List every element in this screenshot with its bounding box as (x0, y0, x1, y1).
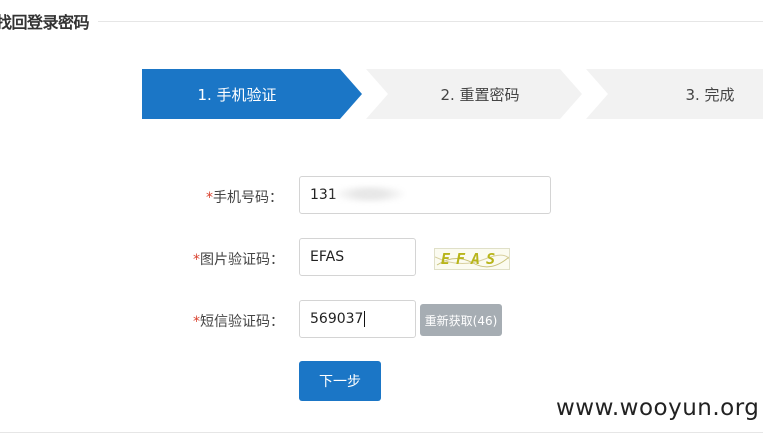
sms-code-input[interactable]: 569037 (299, 300, 416, 338)
phone-value: 131 (310, 187, 337, 203)
page-title: 找回登录密码 (0, 13, 90, 32)
captcha-image-text: EFAS (441, 250, 502, 268)
bottom-divider (0, 432, 763, 433)
sms-value: 569037 (310, 311, 364, 327)
step-reset-password: 2. 重置密码 (366, 69, 582, 119)
redaction-blur (335, 185, 405, 203)
resend-code-button[interactable]: 重新获取(46) (420, 304, 502, 336)
text-caret (364, 311, 366, 327)
step-progress: 1. 手机验证 2. 重置密码 3. 完成 (0, 69, 763, 119)
captcha-label: *图片验证码： (193, 249, 284, 269)
required-mark: * (193, 252, 200, 268)
watermark: www.wooyun.org (556, 395, 760, 421)
next-step-button[interactable]: 下一步 (299, 361, 381, 401)
step-complete: 3. 完成 (586, 69, 763, 119)
phone-label-text: 手机号码： (213, 190, 283, 206)
title-divider (98, 21, 763, 22)
captcha-label-text: 图片验证码： (200, 252, 284, 268)
captcha-image[interactable]: EFAS (434, 248, 510, 270)
captcha-value: EFAS (310, 249, 345, 265)
required-mark: * (206, 190, 213, 206)
captcha-input[interactable]: EFAS (299, 238, 416, 276)
step-phone-verify: 1. 手机验证 (142, 69, 362, 119)
required-mark: * (193, 314, 200, 330)
sms-label: *短信验证码： (193, 311, 284, 331)
phone-label: *手机号码： (206, 187, 283, 207)
sms-label-text: 短信验证码： (200, 314, 284, 330)
